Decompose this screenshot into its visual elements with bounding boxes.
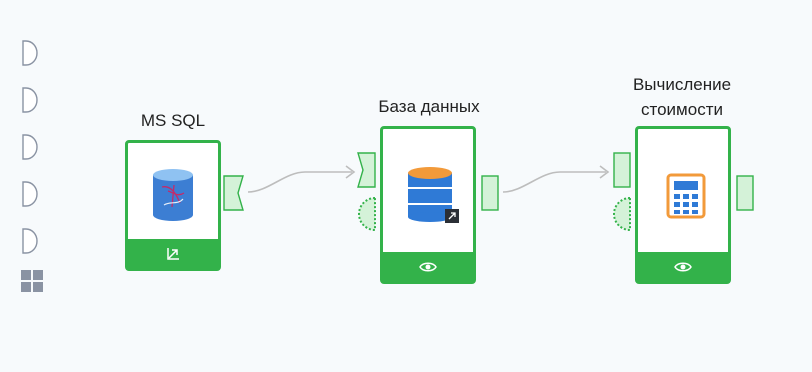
node-title-database: База данных [378,97,480,116]
calculator-icon [666,173,706,219]
node-title-calc-line1: Вычисление [632,75,732,94]
workflow-canvas[interactable]: MS SQL База данных Вычисление стоимости [0,0,812,372]
dotted-half-port-icon[interactable] [612,196,632,232]
node-ms-sql[interactable] [125,140,221,271]
eye-icon[interactable] [419,261,437,273]
node-title-ms-sql: MS SQL [140,111,206,130]
node-footer [638,252,728,281]
sql-database-icon [153,169,193,221]
wire-database-to-calc [502,171,606,193]
output-port-icon[interactable] [481,175,501,211]
node-title-calc-line2: стоимости [641,100,723,119]
input-port-icon[interactable] [357,152,377,188]
wire-mssql-to-database [247,171,352,193]
node-footer [383,252,473,281]
node-calc[interactable] [635,126,731,284]
eye-icon[interactable] [674,261,692,273]
output-port-icon[interactable] [736,175,756,211]
dotted-half-port-icon[interactable] [357,196,377,232]
database-icon [408,167,459,223]
node-footer [128,239,218,268]
node-database[interactable] [380,126,476,284]
import-arrow-icon[interactable] [166,247,180,261]
output-port-icon[interactable] [223,175,245,211]
input-port-icon[interactable] [612,152,632,188]
